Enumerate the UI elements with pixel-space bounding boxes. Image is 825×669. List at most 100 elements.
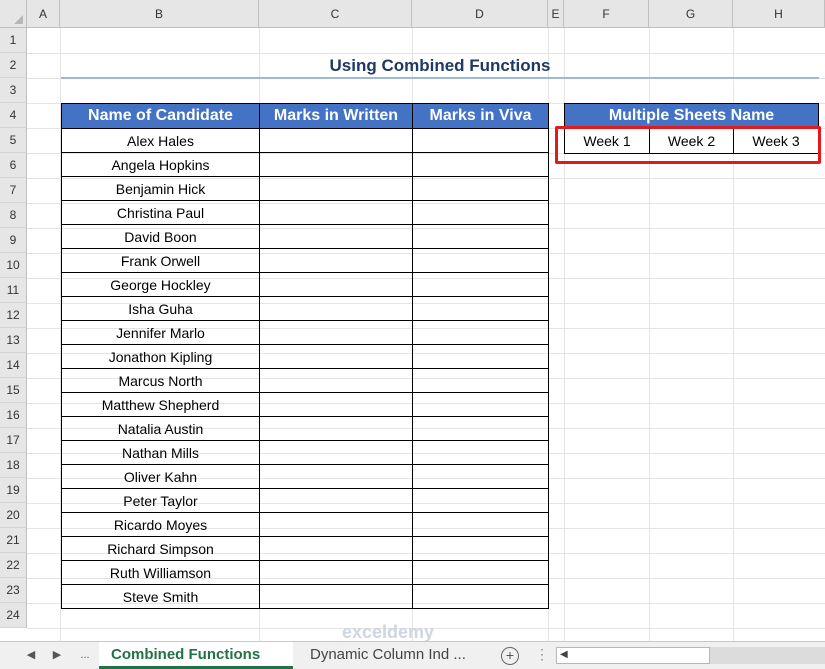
marks-viva-cell[interactable] bbox=[412, 344, 549, 369]
row-header-12[interactable]: 12 bbox=[0, 303, 27, 328]
marks-viva-cell[interactable] bbox=[412, 392, 549, 417]
candidate-name-cell[interactable]: Ruth Williamson bbox=[61, 560, 260, 585]
row-header-19[interactable]: 19 bbox=[0, 478, 27, 503]
column-header-f[interactable]: F bbox=[564, 0, 649, 28]
scrollbar-track[interactable] bbox=[710, 647, 825, 664]
candidate-name-cell[interactable]: Marcus North bbox=[61, 368, 260, 393]
row-header-16[interactable]: 16 bbox=[0, 403, 27, 428]
candidate-name-cell[interactable]: Alex Hales bbox=[61, 128, 260, 153]
marks-written-cell[interactable] bbox=[259, 224, 413, 249]
header-multiple-sheets-name[interactable]: Multiple Sheets Name bbox=[564, 103, 819, 129]
candidate-name-cell[interactable]: Ricardo Moyes bbox=[61, 512, 260, 537]
row-header-1[interactable]: 1 bbox=[0, 28, 27, 53]
marks-viva-cell[interactable] bbox=[412, 320, 549, 345]
marks-written-cell[interactable] bbox=[259, 512, 413, 537]
header-marks-in-written[interactable]: Marks in Written bbox=[259, 103, 413, 129]
candidate-name-cell[interactable]: George Hockley bbox=[61, 272, 260, 297]
candidate-name-cell[interactable]: Nathan Mills bbox=[61, 440, 260, 465]
row-header-22[interactable]: 22 bbox=[0, 553, 27, 578]
marks-written-cell[interactable] bbox=[259, 416, 413, 441]
row-header-4[interactable]: 4 bbox=[0, 103, 27, 128]
candidate-name-cell[interactable]: Jennifer Marlo bbox=[61, 320, 260, 345]
marks-written-cell[interactable] bbox=[259, 344, 413, 369]
marks-viva-cell[interactable] bbox=[412, 416, 549, 441]
row-header-14[interactable]: 14 bbox=[0, 353, 27, 378]
marks-written-cell[interactable] bbox=[259, 296, 413, 321]
candidate-name-cell[interactable]: Jonathon Kipling bbox=[61, 344, 260, 369]
marks-written-cell[interactable] bbox=[259, 152, 413, 177]
tab-split-handle-icon[interactable]: ⋮ bbox=[535, 646, 549, 664]
marks-written-cell[interactable] bbox=[259, 584, 413, 609]
row-header-7[interactable]: 7 bbox=[0, 178, 27, 203]
column-header-e[interactable]: E bbox=[548, 0, 564, 28]
header-marks-in-viva[interactable]: Marks in Viva bbox=[412, 103, 549, 129]
column-header-h[interactable]: H bbox=[733, 0, 825, 28]
candidate-name-cell[interactable]: Steve Smith bbox=[61, 584, 260, 609]
candidate-name-cell[interactable]: David Boon bbox=[61, 224, 260, 249]
horizontal-scrollbar[interactable]: ◀ bbox=[556, 647, 710, 664]
row-header-6[interactable]: 6 bbox=[0, 153, 27, 178]
marks-viva-cell[interactable] bbox=[412, 464, 549, 489]
marks-viva-cell[interactable] bbox=[412, 176, 549, 201]
candidate-name-cell[interactable]: Matthew Shepherd bbox=[61, 392, 260, 417]
header-name-of-candidate[interactable]: Name of Candidate bbox=[61, 103, 260, 129]
row-header-10[interactable]: 10 bbox=[0, 253, 27, 278]
candidate-name-cell[interactable]: Benjamin Hick bbox=[61, 176, 260, 201]
marks-viva-cell[interactable] bbox=[412, 248, 549, 273]
row-header-2[interactable]: 2 bbox=[0, 53, 27, 78]
row-header-13[interactable]: 13 bbox=[0, 328, 27, 353]
candidate-name-cell[interactable]: Richard Simpson bbox=[61, 536, 260, 561]
marks-viva-cell[interactable] bbox=[412, 296, 549, 321]
tab-dynamic-column-index[interactable]: Dynamic Column Ind ... bbox=[298, 642, 518, 669]
candidate-name-cell[interactable]: Oliver Kahn bbox=[61, 464, 260, 489]
marks-viva-cell[interactable] bbox=[412, 488, 549, 513]
marks-written-cell[interactable] bbox=[259, 176, 413, 201]
marks-written-cell[interactable] bbox=[259, 248, 413, 273]
row-header-11[interactable]: 11 bbox=[0, 278, 27, 303]
tab-combined-functions[interactable]: Combined Functions bbox=[99, 642, 293, 669]
row-header-20[interactable]: 20 bbox=[0, 503, 27, 528]
row-header-21[interactable]: 21 bbox=[0, 528, 27, 553]
marks-written-cell[interactable] bbox=[259, 560, 413, 585]
marks-viva-cell[interactable] bbox=[412, 512, 549, 537]
column-header-b[interactable]: B bbox=[60, 0, 259, 28]
marks-viva-cell[interactable] bbox=[412, 440, 549, 465]
row-header-8[interactable]: 8 bbox=[0, 203, 27, 228]
candidate-name-cell[interactable]: Frank Orwell bbox=[61, 248, 260, 273]
marks-viva-cell[interactable] bbox=[412, 272, 549, 297]
marks-viva-cell[interactable] bbox=[412, 200, 549, 225]
marks-viva-cell[interactable] bbox=[412, 128, 549, 153]
row-header-5[interactable]: 5 bbox=[0, 128, 27, 153]
row-header-15[interactable]: 15 bbox=[0, 378, 27, 403]
marks-written-cell[interactable] bbox=[259, 392, 413, 417]
marks-written-cell[interactable] bbox=[259, 200, 413, 225]
marks-viva-cell[interactable] bbox=[412, 152, 549, 177]
candidate-name-cell[interactable]: Christina Paul bbox=[61, 200, 260, 225]
marks-viva-cell[interactable] bbox=[412, 224, 549, 249]
spreadsheet-grid[interactable]: A B C D E F G H 1 2 3 4 5 6 7 8 9 10 11 … bbox=[0, 0, 825, 641]
marks-written-cell[interactable] bbox=[259, 440, 413, 465]
next-sheet-icon[interactable]: ▶ bbox=[48, 646, 66, 664]
column-header-g[interactable]: G bbox=[649, 0, 733, 28]
candidate-name-cell[interactable]: Peter Taylor bbox=[61, 488, 260, 513]
marks-written-cell[interactable] bbox=[259, 464, 413, 489]
row-header-24[interactable]: 24 bbox=[0, 603, 27, 628]
marks-viva-cell[interactable] bbox=[412, 584, 549, 609]
select-all-corner[interactable] bbox=[0, 0, 27, 28]
marks-written-cell[interactable] bbox=[259, 128, 413, 153]
candidate-name-cell[interactable]: Angela Hopkins bbox=[61, 152, 260, 177]
column-header-c[interactable]: C bbox=[259, 0, 412, 28]
row-header-9[interactable]: 9 bbox=[0, 228, 27, 253]
row-header-23[interactable]: 23 bbox=[0, 578, 27, 603]
candidate-name-cell[interactable]: Isha Guha bbox=[61, 296, 260, 321]
marks-written-cell[interactable] bbox=[259, 320, 413, 345]
marks-written-cell[interactable] bbox=[259, 272, 413, 297]
add-sheet-icon[interactable]: + bbox=[501, 647, 519, 665]
marks-written-cell[interactable] bbox=[259, 368, 413, 393]
row-header-3[interactable]: 3 bbox=[0, 78, 27, 103]
marks-written-cell[interactable] bbox=[259, 536, 413, 561]
row-header-17[interactable]: 17 bbox=[0, 428, 27, 453]
column-header-d[interactable]: D bbox=[412, 0, 548, 28]
marks-written-cell[interactable] bbox=[259, 488, 413, 513]
marks-viva-cell[interactable] bbox=[412, 368, 549, 393]
